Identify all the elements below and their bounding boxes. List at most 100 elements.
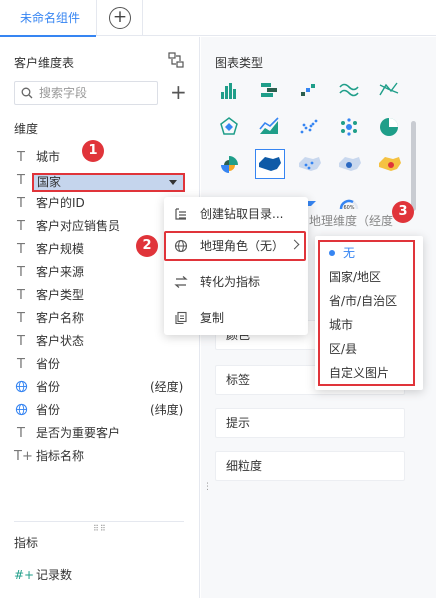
field-label: 客户类型 <box>36 288 85 302</box>
text-type-icon: T <box>17 357 25 372</box>
filled-map-icon[interactable] <box>259 157 281 171</box>
menu-item-label: 复制 <box>200 311 225 325</box>
text-type-icon: T <box>17 265 25 280</box>
rose-icon[interactable] <box>221 156 238 173</box>
convert-icon <box>174 276 188 288</box>
step-bar-icon[interactable] <box>301 84 315 96</box>
tab-bar: 未命名组件 + <box>0 0 436 37</box>
granularity-box[interactable]: 细粒度 <box>215 451 405 481</box>
stacked-bar-icon[interactable] <box>261 83 277 97</box>
bubble-icon[interactable] <box>341 118 357 136</box>
caret-down-icon[interactable] <box>169 180 177 185</box>
menu-item-convert[interactable]: 转化为指标 <box>164 267 308 297</box>
dimensions-label: 维度 <box>14 122 39 136</box>
field-label: 记录数 <box>36 568 73 582</box>
field-item[interactable]: T 客户类型 <box>14 285 84 305</box>
field-label: 省份 <box>36 357 61 371</box>
field-item[interactable]: 省份 (纬度) <box>14 400 183 421</box>
field-item[interactable]: T 客户规模 <box>14 239 84 259</box>
field-item[interactable]: T 是否为重要客户 <box>14 423 120 443</box>
field-item[interactable]: T 客户对应销售员 <box>14 216 120 236</box>
switch-table-icon[interactable] <box>168 52 184 68</box>
text-type-icon: T <box>17 334 25 349</box>
add-tab-button[interactable]: + <box>109 7 131 29</box>
search-input[interactable] <box>39 84 151 102</box>
text-type-icon: T <box>17 150 25 165</box>
field-label: 指标名称 <box>36 449 85 463</box>
measures-label: 指标 <box>14 536 39 550</box>
search-box <box>14 81 158 105</box>
add-field-button[interactable]: + <box>170 81 187 103</box>
bar-chart-icon[interactable] <box>221 83 236 99</box>
ghost-label: 地理维度（经度 <box>309 214 394 228</box>
field-label: 客户对应销售员 <box>36 219 121 233</box>
field-label: 城市 <box>36 150 61 164</box>
gauge-icon[interactable]: 60% <box>339 199 359 211</box>
globe-icon <box>14 378 28 398</box>
scatter-icon[interactable] <box>300 119 318 134</box>
tab-component[interactable]: 未命名组件 <box>0 0 97 37</box>
text-type-icon: T <box>17 426 25 441</box>
field-item[interactable]: T 省份 <box>14 354 60 374</box>
field-measure-count[interactable]: #+ 记录数 <box>14 565 72 585</box>
menu-item-copy[interactable]: 复制 <box>164 303 308 333</box>
field-label: 客户名称 <box>36 311 85 325</box>
step-badge-1: 1 <box>82 140 104 162</box>
field-label: 国家 <box>37 175 62 189</box>
text-type-icon: T+ <box>14 449 33 464</box>
heat-map-icon[interactable] <box>339 157 361 171</box>
field-label: 客户的ID <box>36 196 85 210</box>
gauge-value: 60% <box>343 205 354 211</box>
text-type-icon: T <box>17 196 25 211</box>
drill-icon <box>175 208 186 220</box>
text-type-icon: T <box>17 173 25 188</box>
tab-divider <box>142 0 143 36</box>
field-label: 是否为重要客户 <box>36 426 121 440</box>
field-item[interactable]: T 城市 <box>14 147 60 167</box>
copy-icon <box>175 311 187 325</box>
field-item[interactable]: T 客户状态 <box>14 331 84 351</box>
cross-line-icon[interactable] <box>379 82 399 96</box>
submenu-highlight <box>318 240 415 386</box>
pie-icon[interactable] <box>380 118 398 136</box>
text-type-icon: T <box>17 219 25 234</box>
region-map-icon[interactable] <box>379 157 401 171</box>
field-item[interactable]: 省份 (经度) <box>14 377 183 398</box>
area-line-icon[interactable] <box>339 83 359 97</box>
text-type-icon: T <box>17 311 25 326</box>
field-selected-country[interactable]: 国家 <box>32 173 185 192</box>
step-badge-2: 2 <box>136 235 158 257</box>
field-item[interactable]: T 客户名称 <box>14 308 84 328</box>
step-badge-3: 3 <box>392 201 414 223</box>
resize-grip-icon[interactable]: ⋮ <box>203 482 213 492</box>
globe-icon <box>14 401 28 421</box>
geo-role-highlight <box>164 231 306 261</box>
drag-grip-icon[interactable]: ⠿⠿ <box>93 524 107 533</box>
field-label: 省份 <box>36 380 61 394</box>
panel-splitter <box>14 521 184 522</box>
text-type-icon: T <box>17 242 25 257</box>
measure-type-icon: #+ <box>14 568 35 582</box>
radar-icon[interactable] <box>220 117 238 135</box>
field-label: 省份 <box>36 403 61 417</box>
table-title: 客户维度表 <box>14 56 75 70</box>
field-item[interactable]: T 客户的ID <box>14 193 85 213</box>
point-map-icon[interactable] <box>299 157 321 171</box>
field-label: 客户状态 <box>36 334 85 348</box>
menu-item-drill[interactable]: 创建钻取目录... <box>164 199 308 229</box>
search-icon <box>21 87 33 99</box>
field-item[interactable]: T 客户来源 <box>14 262 84 282</box>
menu-item-label: 创建钻取目录... <box>200 207 284 221</box>
field-label: 客户规模 <box>36 242 85 256</box>
tooltip-box[interactable]: 提示 <box>215 408 405 438</box>
text-type-icon: T <box>17 288 25 303</box>
menu-item-label: 转化为指标 <box>200 275 261 289</box>
field-label: 客户来源 <box>36 265 85 279</box>
app-root: 未命名组件 + 客户维度表 + 维度 T 城市 T 客户的ID T 客户对应销售员 T 客户规… <box>0 0 436 598</box>
area-chart-icon[interactable] <box>259 117 279 134</box>
context-menu: 创建钻取目录... 地理角色（无） 转化为指标 复制 <box>164 197 308 335</box>
field-suffix: (纬度) <box>150 403 184 417</box>
scrollbar[interactable] <box>411 121 416 211</box>
field-suffix: (经度) <box>150 380 184 394</box>
field-item[interactable]: T+ 指标名称 <box>14 446 84 466</box>
